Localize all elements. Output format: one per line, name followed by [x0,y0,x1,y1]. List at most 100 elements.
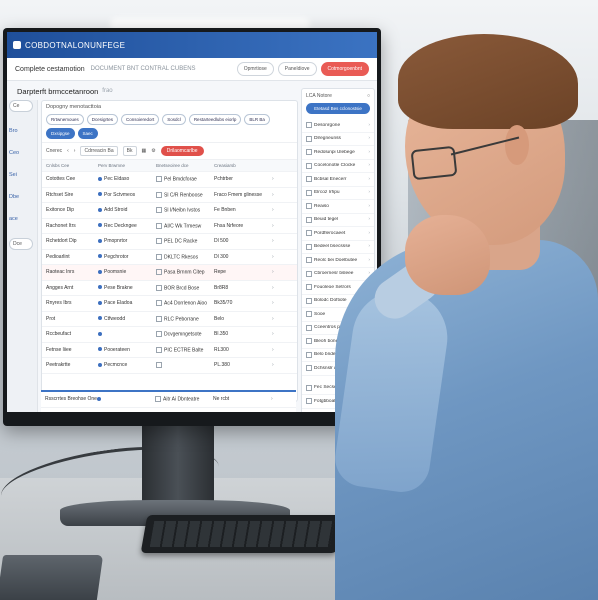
filter-chip[interactable]: Dcesigrtes [86,114,119,125]
chevron-right-icon[interactable]: › [272,331,286,337]
checkbox[interactable] [156,222,162,229]
checkbox[interactable] [306,365,312,372]
chevron-right-icon[interactable]: › [271,396,285,402]
checkbox[interactable] [156,284,162,291]
checkbox[interactable] [306,398,312,405]
checkbox[interactable] [156,238,162,245]
chevron-right-icon[interactable]: › [272,254,286,260]
chevron-right-icon[interactable]: › [272,347,286,353]
checkbox[interactable] [156,362,162,369]
checkbox[interactable] [306,257,312,264]
left-nav-item[interactable]: Dbe [9,194,37,200]
checkbox[interactable] [306,270,312,277]
column-header[interactable]: Bnetseoiree dce [156,163,214,168]
checkbox[interactable] [306,135,312,142]
checkbox[interactable] [306,176,312,183]
chevron-right-icon[interactable]: › [272,316,286,322]
checkbox[interactable] [306,338,312,345]
filter-chip[interactable]: Saec [77,128,98,139]
chevron-right-icon[interactable]: › [272,269,286,275]
chevron-right-icon[interactable]: › [272,192,286,198]
checkbox[interactable] [156,346,162,353]
checkbox[interactable] [306,216,312,223]
chevron-right-icon[interactable]: › [272,300,286,306]
checkbox[interactable] [306,311,312,318]
checkbox[interactable] [306,122,312,129]
right-panel-item[interactable]: Dlregneunss › [302,133,374,146]
chevron-right-icon[interactable]: › [272,285,286,291]
right-panel-item[interactable]: Cbroernesr bsleee › [302,268,374,281]
left-nav-item[interactable]: Bro [9,128,37,134]
filter-chip[interactable]: Sosdcl [162,114,186,125]
column-header[interactable]: Perv Brwmne [98,163,156,168]
left-nav-item[interactable]: Sei [9,172,37,178]
filter-chip[interactable]: Restarteedlubs eiorlp [188,114,242,125]
checkbox[interactable] [306,243,312,250]
table-row[interactable]: Peetrakrtte Pecmcnce PL.380 › [42,358,297,374]
right-panel-item[interactable]: Redolunpi Ulebege › [302,146,374,160]
filter-chip[interactable]: Dxsipgse [46,128,75,139]
header-button-1[interactable]: Opmrtiose [236,62,274,76]
toolbar-box[interactable]: Bk [122,146,137,156]
chevron-right-icon[interactable]: › [272,238,286,244]
table-row[interactable]: Cotottes Cee Pec Eldaso Pel Bmdcforae Pchtr… [42,172,297,188]
chevron-right-icon[interactable]: › [272,207,286,213]
right-panel-item[interactable]: Beuid tegel › [302,214,374,227]
table-row[interactable]: Pedioarlint Pegchrotor DKLTC Rkesos Dl 300 › [42,250,297,265]
checkbox[interactable] [306,351,312,358]
left-nav-item[interactable]: Ceo [9,150,37,156]
right-panel-item[interactable]: Reolc bei Doelbutee › [302,254,374,268]
chevron-left-icon[interactable]: ‹ [67,148,69,154]
table-row[interactable]: Fetnse liiee Pooerateen PIC ECTRE Balte RL3… [42,343,297,358]
table-row[interactable]: Rachonet Itrs Rec Deckngee AI/C Wk Trmesw F… [42,219,297,234]
checkbox[interactable] [306,203,312,210]
right-panel-item[interactable]: Cocelonotle Clocke › [302,160,374,173]
right-panel-item[interactable]: Desonrgone › [302,119,374,133]
table-row[interactable]: Angges Arnt Pese Brakne BOR Brcd Bose Br8R8… [42,281,297,296]
right-panel-button[interactable]: Etetasd Bes cclonostsie [306,103,370,114]
checkbox[interactable] [306,162,312,169]
right-panel-item[interactable]: Bedeel bsecssse › [302,241,374,254]
checkbox[interactable] [156,331,162,338]
column-header[interactable]: Creasiarsb [214,163,272,168]
checkbox[interactable] [156,300,162,307]
left-nav-item[interactable]: Dce [9,238,33,250]
column-header[interactable]: Cnlsbs Cee [46,163,98,168]
chevron-right-icon[interactable]: › [272,176,286,182]
table-row[interactable]: Exitonce Dip Add Stroid Sl I/Neibn Ivstos F… [42,203,297,219]
checkbox[interactable] [306,297,312,304]
chevron-right-icon[interactable]: › [272,223,286,229]
checkbox[interactable] [306,230,312,237]
table-row[interactable]: Raoteac Inrs Poomsnie Pasa Brnnm Citep Repe… [42,265,297,281]
checkbox[interactable] [156,269,162,276]
filter-chip[interactable]: Consoieredort [121,114,160,125]
checkbox[interactable] [156,315,162,322]
chevron-right-icon[interactable]: › [272,362,286,368]
right-panel-item[interactable]: Reaiso › [302,200,374,214]
filter-chip[interactable]: Rrtwnemoues [46,114,84,125]
table-row[interactable]: Rsscrrtes Breohse Onesbre Aitr Ai Dbnteat… [41,392,296,408]
checkbox[interactable] [306,324,312,331]
checkbox[interactable] [306,284,312,291]
table-row[interactable]: Rnyres Ibrs Pace Eladoa Ac4 Dorrlenon Aioo… [42,296,297,312]
table-row[interactable]: CeoneesnneDer BaorreA2/IC StnesEcsne› [41,408,296,412]
checkbox[interactable] [306,189,312,196]
right-panel-item[interactable]: Elrcoz Irhpu › [302,187,374,200]
table-row[interactable]: Rtchset Sire Por Sctvmeos Sl C/R Renboose F… [42,188,297,203]
right-panel-item[interactable]: Bcbsal Enecerr › [302,173,374,187]
right-panel-item[interactable]: Pordflerocaeet › [302,227,374,241]
checkbox[interactable] [156,207,162,214]
checkbox[interactable] [156,253,162,260]
table-row[interactable]: Rchetdort Dip Pmopnrtor PEL DC Racke Dl 500… [42,234,297,250]
toolbar-dropdown[interactable]: Cdrreacin Ba [80,146,118,156]
checkbox[interactable] [306,149,312,156]
settings-icon[interactable]: ⚙ [151,148,155,154]
checkbox[interactable] [156,191,162,198]
chevron-right-icon[interactable]: › [74,148,76,154]
checkbox[interactable] [306,384,312,391]
header-button-3[interactable]: Cotmorgoenbnt [320,62,369,76]
left-nav-item[interactable]: Ce [9,100,33,112]
left-nav-item[interactable]: ace [9,216,37,222]
grid-icon[interactable]: ▦ [142,148,147,154]
filter-chip[interactable]: BLR Ba [244,114,270,125]
